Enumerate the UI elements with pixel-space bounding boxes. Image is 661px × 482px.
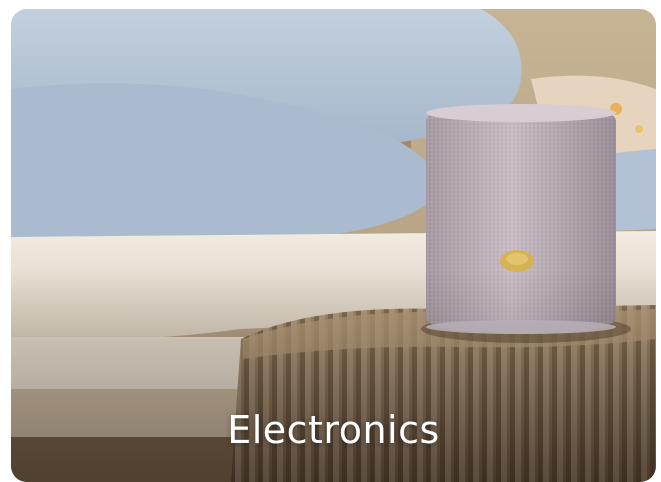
category-label: Electronics <box>227 408 440 452</box>
category-card-electronics[interactable]: Electronics <box>11 9 656 482</box>
